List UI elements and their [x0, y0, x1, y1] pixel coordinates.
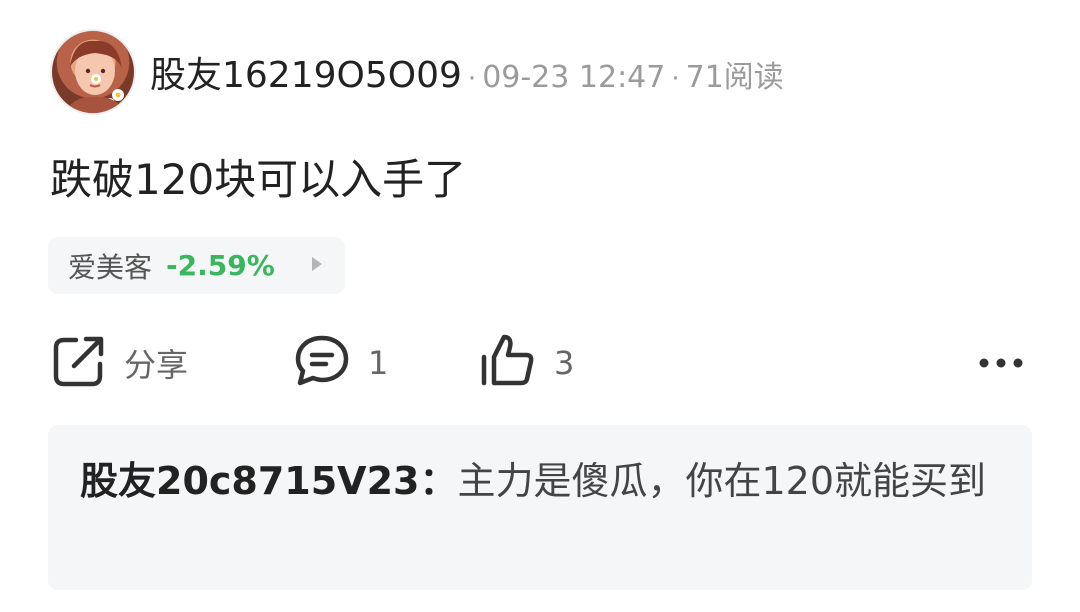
avatar-image [64, 40, 126, 113]
action-bar: 分享 1 3 [52, 333, 1032, 393]
meta-separator: · [467, 64, 477, 94]
post-time: 09-23 12:47 [482, 60, 666, 95]
comment-preview[interactable]: 股友20c8715V23：主力是傻瓜，你在120就能买到 [48, 425, 1032, 590]
triangle-right-icon [311, 256, 323, 276]
share-button[interactable]: 分享 [52, 333, 188, 393]
comment-button[interactable]: 1 [294, 333, 388, 393]
thumbs-up-icon [480, 333, 536, 393]
comment-item: 股友20c8715V23：主力是傻瓜，你在120就能买到 [80, 449, 1000, 513]
meta-separator: · [671, 64, 680, 94]
stock-name: 爱美客 [68, 250, 153, 284]
comment-icon [294, 333, 350, 393]
comment-text: 主力是傻瓜，你在120就能买到 [457, 459, 987, 503]
more-button[interactable] [978, 333, 1024, 393]
post-header: 股友16219O5O09 · 09-23 12:47 · 71阅读 [50, 28, 784, 116]
avatar[interactable] [50, 29, 136, 115]
share-label: 分享 [124, 346, 189, 384]
stock-tag[interactable]: 爱美客 -2.59% [48, 237, 345, 294]
like-button[interactable]: 3 [480, 333, 574, 393]
stock-change: -2.59% [166, 249, 275, 282]
post-card: 股友16219O5O09 · 09-23 12:47 · 71阅读 跌破120块… [0, 0, 1080, 612]
comment-author[interactable]: 股友20c8715V23： [80, 459, 457, 503]
read-count: 71阅读 [685, 60, 784, 95]
share-icon [52, 334, 106, 392]
post-content[interactable]: 跌破120块可以入手了 [50, 146, 466, 207]
more-dots-icon [978, 354, 1024, 373]
comment-count: 1 [368, 344, 389, 382]
author-name[interactable]: 股友16219O5O09 [150, 46, 462, 98]
like-count: 3 [554, 344, 575, 382]
post-meta: 股友16219O5O09 · 09-23 12:47 · 71阅读 [150, 46, 784, 98]
